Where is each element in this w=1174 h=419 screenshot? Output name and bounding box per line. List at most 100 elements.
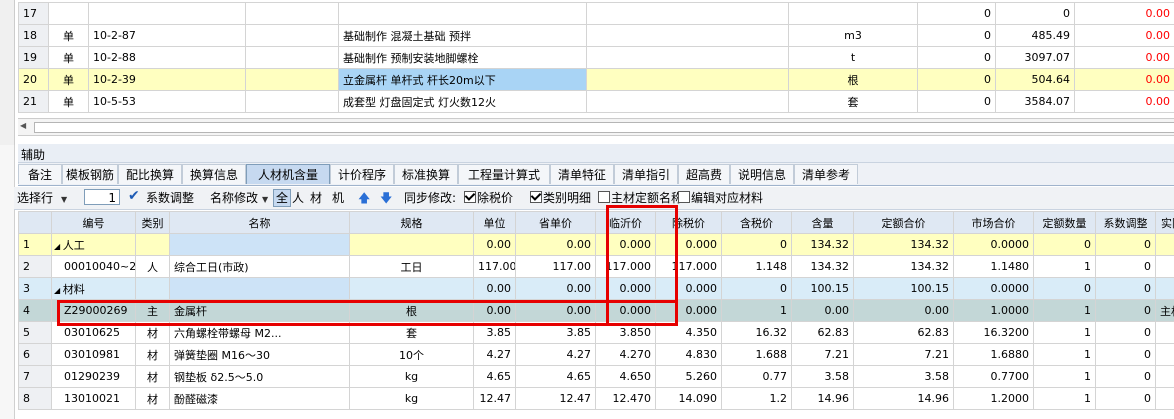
item-unit[interactable]: 套 xyxy=(788,90,918,113)
blank-cell[interactable] xyxy=(245,2,339,25)
cell-content[interactable]: 0.77 xyxy=(721,365,792,388)
cell-extra[interactable] xyxy=(1155,321,1174,344)
tab-10[interactable]: 清单指引 xyxy=(614,164,678,184)
tab-4[interactable]: 换算信息 xyxy=(182,164,246,184)
column-header[interactable]: 定额合价 xyxy=(853,211,954,234)
cell-extra[interactable] xyxy=(1155,255,1174,278)
cell-coef[interactable]: 1 xyxy=(1033,387,1096,410)
cell-extra[interactable] xyxy=(1155,233,1174,256)
cell-unit[interactable] xyxy=(349,233,474,256)
cell-code[interactable]: 01290239 xyxy=(51,365,136,388)
item-price[interactable]: 0 xyxy=(995,2,1075,25)
cell-unit[interactable]: 套 xyxy=(349,321,474,344)
move-down-icon[interactable]: 🡇 xyxy=(380,190,392,206)
row-number[interactable]: 20 xyxy=(18,68,49,91)
cell-market_total[interactable]: 62.83 xyxy=(853,321,954,344)
resource-row[interactable]: 1 ◢ 人工 0.00 0.00 0.000 0.000 0 134.32 134.32 0.00… xyxy=(18,233,1174,256)
blank-cell[interactable] xyxy=(245,46,339,69)
coef-adjust-button[interactable]: 系数调整 xyxy=(146,190,194,206)
row-number[interactable]: 8 xyxy=(18,387,52,410)
cell-prov[interactable]: 4.65 xyxy=(473,365,516,388)
row-number[interactable]: 6 xyxy=(18,343,52,366)
cell-code[interactable]: 03010981 xyxy=(51,343,136,366)
row-number[interactable]: 4 xyxy=(18,299,52,322)
cell-market_total[interactable]: 100.15 xyxy=(853,277,954,300)
cell-quota_qty[interactable]: 1.0000 xyxy=(953,299,1034,322)
tab-3[interactable]: 配比换算 xyxy=(118,164,182,184)
column-header[interactable]: 实际数量 xyxy=(1155,211,1174,234)
cell-quota_total[interactable]: 3.58 xyxy=(791,365,854,388)
scroll-left-arrow-icon[interactable]: ◀ xyxy=(20,121,30,131)
cell-unit[interactable]: kg xyxy=(349,387,474,410)
cell-name[interactable]: 酚醛磁漆 xyxy=(169,387,350,410)
edit-match-material-checkbox[interactable]: 编辑对应材料 xyxy=(678,190,763,206)
tab-13[interactable]: 清单参考 xyxy=(794,164,858,184)
cell-taxed[interactable]: 5.260 xyxy=(655,365,722,388)
column-header[interactable]: 临沂价 xyxy=(595,211,656,234)
cell-coef[interactable]: 0 xyxy=(1033,233,1096,256)
column-header[interactable]: 编号 xyxy=(51,211,136,234)
cell-quota_total[interactable]: 100.15 xyxy=(791,277,854,300)
tab-6[interactable]: 计价程序 xyxy=(330,164,394,184)
cell-pretax[interactable]: 3.850 xyxy=(595,321,656,344)
cell-pretax[interactable]: 0.000 xyxy=(595,277,656,300)
cell-actual[interactable]: 0 xyxy=(1095,277,1156,300)
scroll-thumb[interactable] xyxy=(34,122,1174,133)
item-code[interactable] xyxy=(88,2,246,25)
cell-quota_qty[interactable]: 1.2000 xyxy=(953,387,1034,410)
cell-linyi[interactable]: 0.00 xyxy=(515,277,596,300)
tab-2[interactable]: 模板钢筋 xyxy=(62,164,118,184)
cell-coef[interactable]: 1 xyxy=(1033,343,1096,366)
cell-code[interactable]: Z29000269 xyxy=(51,299,136,322)
item-quantity[interactable]: 0 xyxy=(917,46,996,69)
row-number[interactable]: 19 xyxy=(18,46,49,69)
item-name[interactable]: 基础制作 预制安装地脚螺栓 xyxy=(338,46,587,69)
cell-extra[interactable] xyxy=(1155,343,1174,366)
cell-coef[interactable]: 1 xyxy=(1033,365,1096,388)
column-header[interactable]: 市场合价 xyxy=(953,211,1034,234)
cell-market_total[interactable]: 134.32 xyxy=(853,233,954,256)
item-price[interactable]: 485.49 xyxy=(995,24,1075,47)
pretax-checkbox[interactable]: 除税价 xyxy=(464,190,513,206)
column-header[interactable]: 定额数量 xyxy=(1033,211,1096,234)
cell-actual[interactable]: 0 xyxy=(1095,365,1156,388)
row-type[interactable] xyxy=(48,2,89,25)
cell-quota_total[interactable]: 134.32 xyxy=(791,233,854,256)
cell-taxed[interactable]: 0.000 xyxy=(655,233,722,256)
cell-market_total[interactable]: 14.96 xyxy=(853,387,954,410)
cell-quota_qty[interactable]: 0.0000 xyxy=(953,233,1034,256)
column-header[interactable]: 除税价 xyxy=(655,211,722,234)
move-up-icon[interactable]: 🡅 xyxy=(358,190,370,206)
name-modify-button[interactable]: 名称修改 xyxy=(210,190,258,206)
row-number[interactable]: 17 xyxy=(18,2,49,25)
cell-quota_qty[interactable]: 16.3200 xyxy=(953,321,1034,344)
cell-pretax[interactable]: 0.000 xyxy=(595,299,656,322)
cell-extra[interactable] xyxy=(1155,387,1174,410)
resource-row[interactable]: 2 00010040~2 人综合工日(市政) 工日 117.00 117.00 117.00… xyxy=(18,255,1174,278)
cell-quota_qty[interactable]: 1.1480 xyxy=(953,255,1034,278)
blank-cell[interactable] xyxy=(586,2,789,25)
cell-actual[interactable]: 0 xyxy=(1095,343,1156,366)
cell-content[interactable]: 1.688 xyxy=(721,343,792,366)
cell-unit[interactable]: kg xyxy=(349,365,474,388)
item-quantity[interactable]: 0 xyxy=(917,68,996,91)
resource-row[interactable]: 4 Z29000269 主金属杆根 0.00 0.00 0.000 0.000 1 0.00 0.… xyxy=(18,299,1174,322)
item-row[interactable]: 19 单 10-2-88 基础制作 预制安装地脚螺栓 t 0 3097.07 0.00 xyxy=(18,46,1174,69)
item-quantity[interactable]: 0 xyxy=(917,2,996,25)
cell-prov[interactable]: 4.27 xyxy=(473,343,516,366)
collapse-icon[interactable]: ◢ xyxy=(54,242,63,251)
tab-8[interactable]: 工程量计算式 xyxy=(458,164,550,184)
column-header[interactable]: 名称 xyxy=(169,211,350,234)
cell-extra[interactable]: 主材 xyxy=(1155,299,1174,322)
cell-taxed[interactable]: 4.830 xyxy=(655,343,722,366)
cell-coef[interactable]: 1 xyxy=(1033,255,1096,278)
tab-9[interactable]: 清单特征 xyxy=(550,164,614,184)
row-number[interactable]: 2 xyxy=(18,255,52,278)
collapse-icon[interactable]: ◢ xyxy=(54,286,63,295)
blank-cell[interactable] xyxy=(245,68,339,91)
cell-content[interactable]: 0 xyxy=(721,277,792,300)
cell-taxed[interactable]: 117.000 xyxy=(655,255,722,278)
name-modify-dropdown-icon[interactable]: ▼ xyxy=(262,192,268,208)
cell-quota_total[interactable]: 0.00 xyxy=(791,299,854,322)
cell-quota_qty[interactable]: 1.6880 xyxy=(953,343,1034,366)
